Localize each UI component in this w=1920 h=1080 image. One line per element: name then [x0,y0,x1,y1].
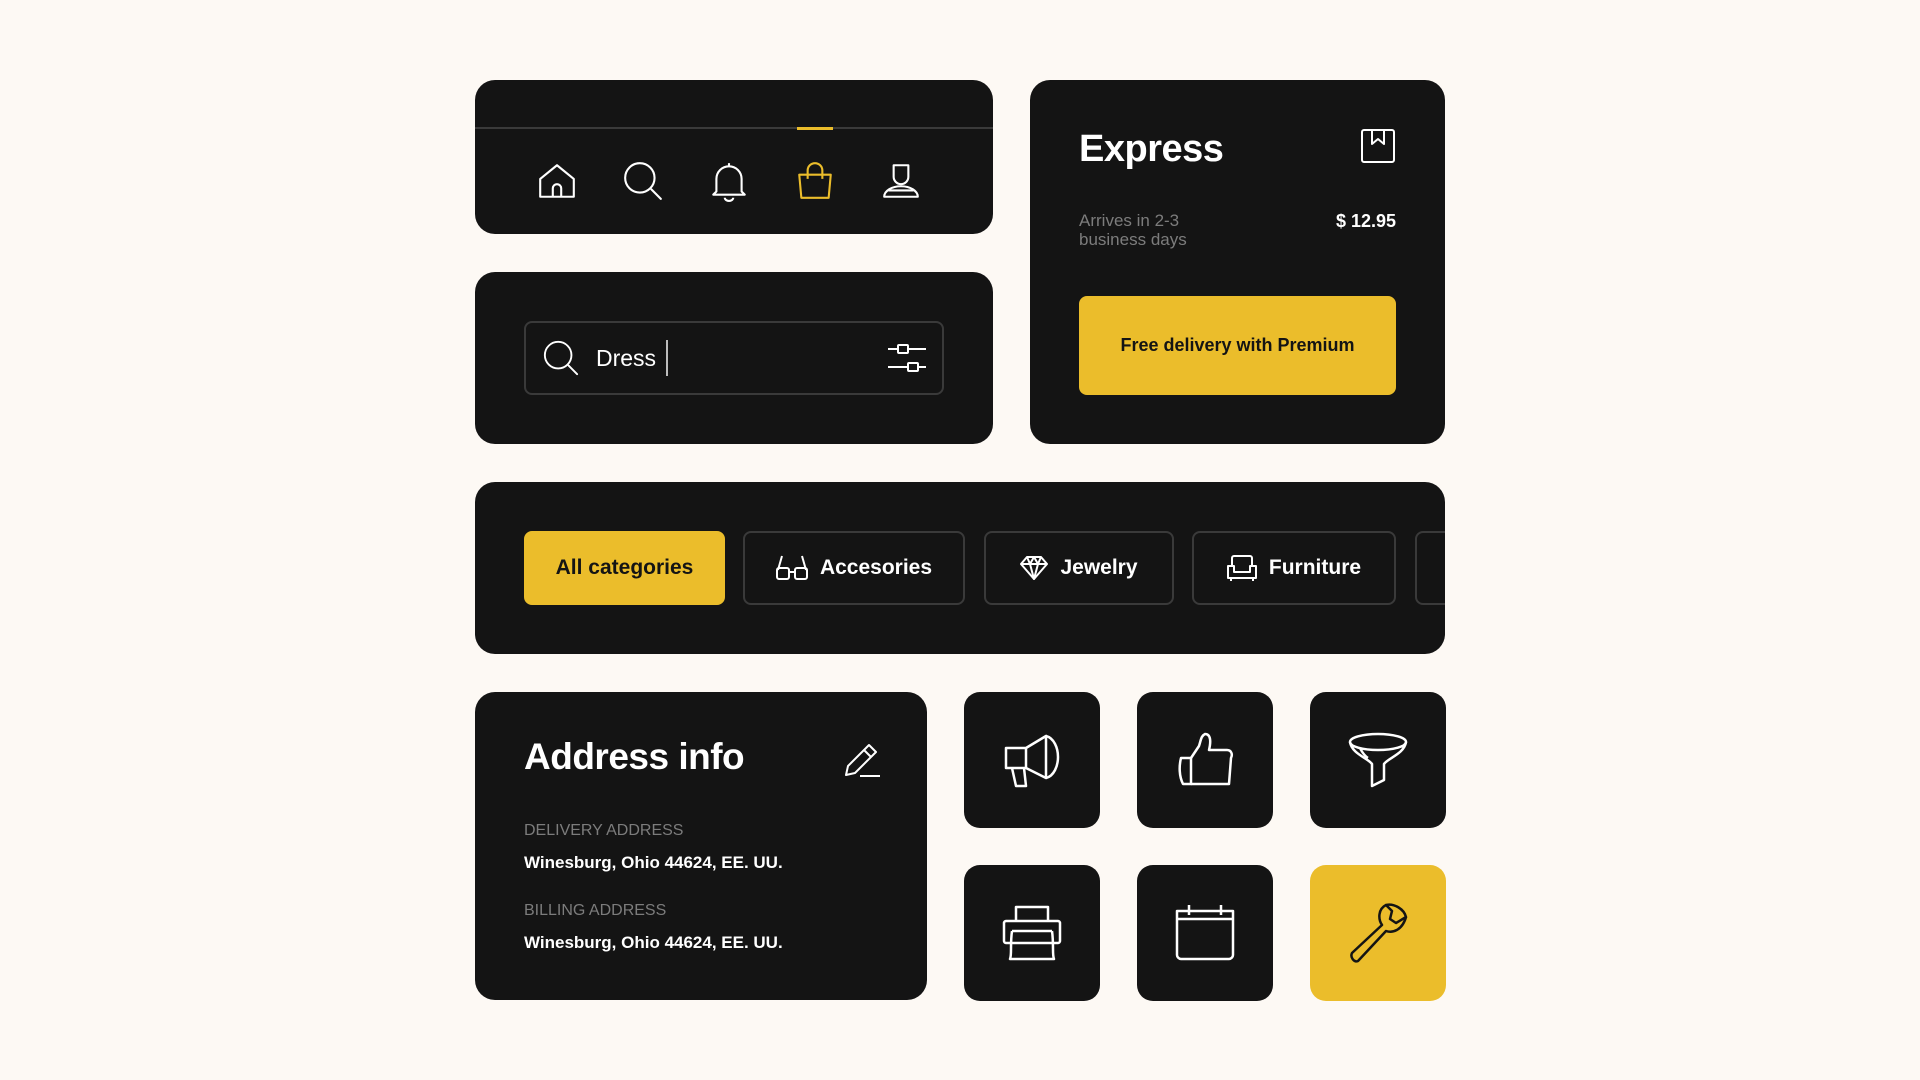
glasses-icon [775,555,808,580]
chip-accesories[interactable]: Accesories [743,531,965,605]
chip-label: Jewelry [1060,556,1138,579]
edit-address-button[interactable] [842,739,882,779]
billing-address-value: Winesburg, Ohio 44624, EE. UU. [524,933,783,952]
text-caret [666,340,668,376]
icon-showcase-canvas: Express Arrives in 2-3 business days $ 1… [0,0,1920,1080]
nav-active-indicator [797,127,833,130]
tile-printer[interactable] [964,865,1100,1001]
premium-delivery-button[interactable]: Free delivery with Premium [1079,296,1396,395]
chip-label: Accesories [819,556,933,579]
user-icon [883,163,919,198]
megaphone-icon [1004,734,1060,788]
express-shipping-card: Express Arrives in 2-3 business days $ 1… [1030,80,1445,444]
chip-label: Furniture [1268,556,1362,579]
funnel-icon [1348,732,1408,788]
express-title: Express [1079,128,1224,170]
pencil-icon [845,744,880,777]
tile-calendar[interactable] [1137,865,1273,1001]
chip-furniture[interactable]: Furniture [1192,531,1396,605]
tile-funnel[interactable] [1310,692,1446,828]
wrench-icon [1350,903,1408,963]
bookmark-button[interactable] [1360,128,1396,164]
nav-shop-button[interactable] [785,127,845,234]
chip-label: All categories [555,556,694,579]
search-icon [543,340,579,376]
diamond-icon [1020,556,1049,580]
nav-home-button[interactable] [527,127,587,234]
thumbs-up-icon [1178,732,1234,786]
tile-thumbs-up[interactable] [1137,692,1273,828]
bell-icon [712,162,746,202]
armchair-icon [1226,555,1257,581]
express-subtitle: Arrives in 2-3 business days [1079,211,1187,249]
search-card [475,272,993,444]
printer-icon [1002,905,1062,961]
billing-address-label: BILLING ADDRESS [524,902,667,919]
category-chips-card: All categories Accesories Jewelry Furnit… [475,482,1445,654]
nav-search-button[interactable] [613,127,673,234]
tile-megaphone[interactable] [964,692,1100,828]
address-info-card: Address info DELIVERY ADDRESS Winesburg,… [475,692,927,1000]
express-price: $ 12.95 [1335,211,1396,231]
search-input[interactable] [596,339,816,377]
search-icon [624,161,662,200]
bottom-nav-card [475,80,993,234]
delivery-address-label: DELIVERY ADDRESS [524,822,684,839]
chip-all-categories[interactable]: All categories [524,531,725,605]
nav-profile-button[interactable] [871,127,931,234]
chip-overflow[interactable] [1415,531,1445,605]
delivery-address-value: Winesburg, Ohio 44624, EE. UU. [524,853,783,872]
chip-jewelry[interactable]: Jewelry [984,531,1174,605]
nav-notifications-button[interactable] [699,127,759,234]
address-title: Address info [524,736,745,777]
filter-sliders-icon[interactable] [888,340,926,376]
home-icon [539,163,575,198]
shopping-bag-icon [798,161,832,199]
tile-wrench[interactable] [1310,865,1446,1001]
bookmark-icon [1361,129,1395,163]
search-field[interactable] [524,321,944,395]
calendar-icon [1175,905,1235,961]
